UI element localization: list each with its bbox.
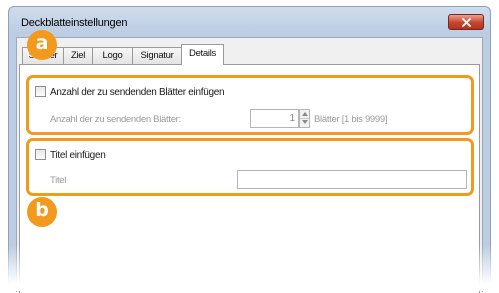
sheet-count-range-hint: Blätter [1 bis 9999] bbox=[314, 114, 388, 125]
title-bar[interactable]: Deckblatteinstellungen bbox=[9, 7, 490, 37]
title-checkbox-label: Titel einfügen bbox=[50, 150, 106, 161]
close-icon bbox=[462, 18, 471, 27]
window-title: Deckblatteinstellungen bbox=[21, 17, 128, 29]
title-input[interactable] bbox=[237, 170, 467, 189]
title-checkbox[interactable] bbox=[35, 149, 46, 160]
annotation-badge-b: b bbox=[27, 197, 57, 227]
close-button[interactable] bbox=[448, 14, 484, 30]
title-highlight: Titel einfügen Titel bbox=[26, 138, 474, 196]
title-field-label: Titel bbox=[50, 175, 67, 186]
sheet-count-input[interactable]: 1 bbox=[250, 109, 299, 128]
sheet-count-checkbox-label: Anzahl der zu sendenden Blätter einfügen bbox=[50, 87, 225, 98]
tab-details[interactable]: Details bbox=[181, 44, 224, 65]
chevron-down-icon bbox=[302, 120, 308, 124]
tab-logo[interactable]: Logo bbox=[92, 47, 133, 64]
bottom-fade-overlay bbox=[0, 245, 499, 291]
annotation-badge-a: a bbox=[27, 30, 57, 60]
sheet-count-checkbox[interactable] bbox=[35, 86, 46, 97]
sheet-count-checkbox-row[interactable]: Anzahl der zu sendenden Blätter einfügen bbox=[35, 86, 335, 100]
tab-signatur[interactable]: Signatur bbox=[132, 47, 182, 64]
title-checkbox-row[interactable]: Titel einfügen bbox=[35, 149, 235, 163]
tab-ziel[interactable]: Ziel bbox=[63, 47, 93, 64]
sheet-count-field-label: Anzahl der zu sendenden Blätter: bbox=[50, 114, 181, 125]
chevron-up-icon bbox=[302, 112, 308, 116]
sheet-count-highlight: Anzahl der zu sendenden Blätter einfügen… bbox=[26, 75, 474, 135]
stepper-down-button[interactable] bbox=[300, 118, 309, 126]
tab-strip: Sender Ziel Logo Signatur Details bbox=[19, 44, 479, 65]
sheet-count-stepper[interactable] bbox=[299, 109, 310, 128]
